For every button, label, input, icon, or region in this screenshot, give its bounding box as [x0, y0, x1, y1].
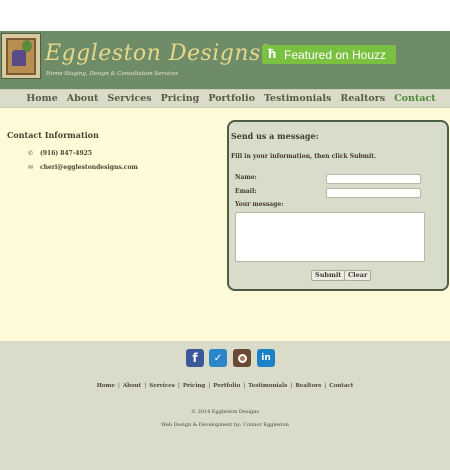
- footer-link-home[interactable]: Home: [97, 383, 115, 389]
- houzz-badge[interactable]: ħ Featured on Houzz: [262, 45, 396, 64]
- nav-testimonials[interactable]: Testimonials: [264, 93, 331, 104]
- logo-chair: [12, 50, 26, 66]
- contact-phone-row: ✆ (916) 847-4925: [28, 150, 92, 157]
- instagram-icon[interactable]: [233, 349, 251, 367]
- contact-email-row: ✉ cheri@egglestondesigns.com: [28, 164, 138, 171]
- submit-button[interactable]: Submit: [311, 270, 346, 281]
- email-label: Email:: [235, 188, 257, 195]
- footer-sep: |: [208, 383, 211, 389]
- footer-link-portfolio[interactable]: Portfolio: [213, 383, 240, 389]
- contact-email[interactable]: cheri@egglestondesigns.com: [40, 164, 138, 171]
- footer-sep: |: [243, 383, 246, 389]
- message-textarea[interactable]: [235, 212, 425, 262]
- form-instructions: Fill in your information, then click Sub…: [231, 153, 377, 160]
- web-credit: Web Design & Development by: Connor Eggl…: [161, 422, 289, 428]
- twitter-icon[interactable]: ✓: [209, 349, 227, 367]
- footer-sep: |: [117, 383, 120, 389]
- footer-link-about[interactable]: About: [123, 383, 141, 389]
- brand-name-wrap[interactable]: Eggleston Designs®: [45, 41, 271, 66]
- houzz-label: Featured on Houzz: [284, 47, 387, 62]
- nav-home[interactable]: Home: [26, 93, 57, 104]
- nav-contact[interactable]: Contact: [394, 93, 436, 104]
- facebook-icon[interactable]: f: [186, 349, 204, 367]
- clear-button[interactable]: Clear: [344, 270, 372, 281]
- linkedin-icon[interactable]: in: [257, 349, 275, 367]
- brand-tagline: Home Staging, Design & Consultation Serv…: [46, 71, 179, 77]
- nav-services[interactable]: Services: [107, 93, 151, 104]
- brand-name: Eggleston Designs: [45, 41, 261, 66]
- footer-link-realtors[interactable]: Realtors: [295, 383, 321, 389]
- email-icon: ✉: [28, 164, 34, 171]
- contact-phone: (916) 847-4925: [40, 150, 93, 157]
- name-field[interactable]: [326, 174, 421, 184]
- message-form: Send us a message: Fill in your informat…: [227, 120, 449, 291]
- phone-icon: ✆: [28, 150, 34, 157]
- name-label: Name:: [235, 174, 257, 181]
- nav-about[interactable]: About: [67, 93, 99, 104]
- footer-sep: |: [290, 383, 293, 389]
- footer-sep: |: [324, 383, 327, 389]
- email-field[interactable]: [326, 188, 421, 198]
- main-content: Contact Information ✆ (916) 847-4925 ✉ c…: [0, 108, 450, 341]
- site-footer: f ✓ in Home | About | Services | Pricing | Portf…: [0, 341, 450, 470]
- nav-pricing[interactable]: Pricing: [161, 93, 200, 104]
- instagram-lens: [237, 353, 247, 363]
- footer-link-contact[interactable]: Contact: [329, 383, 353, 389]
- copyright: © 2014 Eggleston Designs: [190, 409, 260, 415]
- footer-sep: |: [144, 383, 147, 389]
- message-label: Your message:: [235, 201, 284, 208]
- logo-image[interactable]: [1, 33, 41, 79]
- main-nav: Home About Services Pricing Portfolio Te…: [0, 89, 450, 108]
- nav-realtors[interactable]: Realtors: [340, 93, 385, 104]
- footer-link-pricing[interactable]: Pricing: [183, 383, 205, 389]
- nav-portfolio[interactable]: Portfolio: [208, 93, 255, 104]
- contact-info-title: Contact Information: [7, 130, 99, 140]
- footer-link-testimonials[interactable]: Testimonials: [248, 383, 287, 389]
- footer-sep: |: [177, 383, 180, 389]
- footer-links: Home | About | Services | Pricing | Portfolio | Te…: [0, 383, 450, 389]
- form-title: Send us a message:: [231, 131, 319, 141]
- footer-link-services[interactable]: Services: [149, 383, 175, 389]
- site-header: Eggleston Designs® Home Staging, Design …: [0, 31, 450, 89]
- houzz-icon: ħ: [267, 47, 277, 61]
